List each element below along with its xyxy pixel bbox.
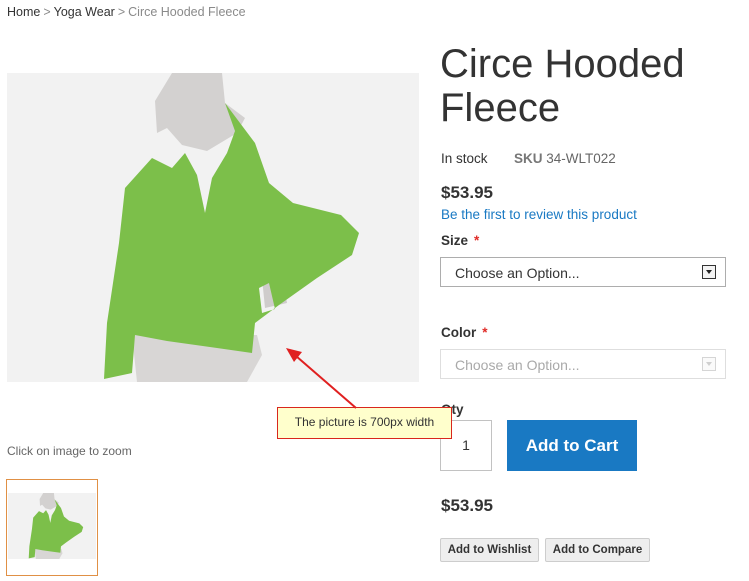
product-main-image[interactable] xyxy=(7,73,419,382)
required-marker: * xyxy=(474,233,480,248)
size-label: Size * xyxy=(441,233,479,248)
size-label-text: Size xyxy=(441,233,469,248)
add-to-compare-button[interactable]: Add to Compare xyxy=(545,538,650,562)
chevron-down-icon[interactable] xyxy=(702,357,716,371)
thumbnail-illustration xyxy=(8,493,96,559)
zoom-hint: Click on image to zoom xyxy=(7,444,132,458)
product-sku: SKU 34-WLT022 xyxy=(514,151,616,166)
breadcrumb: Home > Yoga Wear > Circe Hooded Fleece xyxy=(7,5,246,19)
color-select[interactable]: Choose an Option... xyxy=(440,349,726,379)
chevron-down-icon[interactable] xyxy=(702,265,716,279)
add-to-cart-button[interactable]: Add to Cart xyxy=(507,420,637,471)
sku-label: SKU xyxy=(514,151,543,166)
size-select[interactable]: Choose an Option... xyxy=(440,257,726,287)
product-price-secondary: $53.95 xyxy=(441,496,493,515)
product-title: Circe Hooded Fleece xyxy=(440,42,685,130)
sku-value: 34-WLT022 xyxy=(546,151,616,166)
annotation-callout: The picture is 700px width xyxy=(277,407,452,439)
color-label-text: Color xyxy=(441,325,477,340)
color-label: Color * xyxy=(441,325,488,340)
product-price: $53.95 xyxy=(441,183,493,202)
breadcrumb-home-link[interactable]: Home xyxy=(7,5,40,19)
breadcrumb-yoga-wear-link[interactable]: Yoga Wear xyxy=(54,5,115,19)
product-thumbnail[interactable] xyxy=(6,479,98,576)
size-select-value: Choose an Option... xyxy=(455,265,580,281)
add-to-wishlist-button[interactable]: Add to Wishlist xyxy=(440,538,539,562)
breadcrumb-separator: > xyxy=(43,5,51,19)
breadcrumb-separator: > xyxy=(117,5,126,19)
review-link[interactable]: Be the first to review this product xyxy=(441,207,637,222)
required-marker: * xyxy=(482,325,488,340)
breadcrumb-current: Circe Hooded Fleece xyxy=(128,5,246,19)
stock-status: In stock xyxy=(441,151,488,166)
color-select-value: Choose an Option... xyxy=(455,357,580,373)
product-photo-illustration xyxy=(7,73,419,382)
